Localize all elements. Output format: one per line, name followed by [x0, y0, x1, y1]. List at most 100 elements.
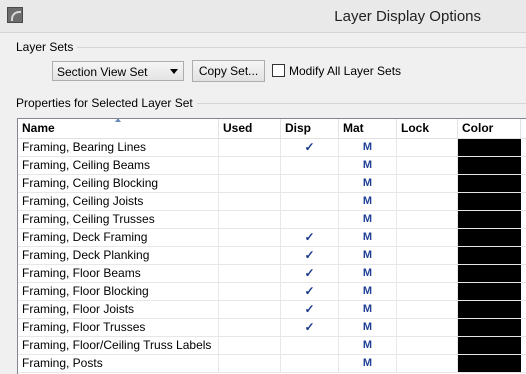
color-swatch[interactable] — [458, 319, 521, 336]
table-row[interactable]: Framing, Ceiling Blocking M — [18, 175, 526, 193]
disp-cell[interactable]: ✓ — [281, 229, 339, 246]
lock-cell[interactable] — [397, 265, 458, 282]
mat-cell[interactable]: M — [339, 301, 397, 318]
used-cell[interactable] — [219, 211, 281, 228]
color-swatch[interactable] — [458, 211, 521, 228]
table-row[interactable]: Framing, Ceiling Joists M — [18, 193, 526, 211]
table-row[interactable]: Framing, Ceiling Trusses M — [18, 211, 526, 229]
table-row[interactable]: Framing, Floor Beams ✓ M — [18, 265, 526, 283]
used-cell[interactable] — [219, 355, 281, 372]
mat-cell[interactable]: M — [339, 247, 397, 264]
disp-cell[interactable]: ✓ — [281, 265, 339, 282]
mat-cell[interactable]: M — [339, 193, 397, 210]
column-header-lock[interactable]: Lock — [397, 119, 458, 138]
used-cell[interactable] — [219, 319, 281, 336]
mat-cell[interactable]: M — [339, 265, 397, 282]
used-cell[interactable] — [219, 301, 281, 318]
mat-cell[interactable]: M — [339, 355, 397, 372]
disp-cell[interactable] — [281, 337, 339, 354]
lock-cell[interactable] — [397, 319, 458, 336]
disp-cell[interactable] — [281, 175, 339, 192]
table-row[interactable]: Framing, Floor Trusses ✓ M — [18, 319, 526, 337]
table-row[interactable]: Framing, Bearing Lines ✓ M — [18, 139, 526, 157]
color-swatch[interactable] — [458, 175, 521, 192]
layer-name-cell: Framing, Ceiling Joists — [18, 193, 219, 210]
lock-cell[interactable] — [397, 157, 458, 174]
mat-cell[interactable]: M — [339, 175, 397, 192]
table-header: Name Used Disp Mat Lock Color — [18, 119, 526, 139]
color-swatch[interactable] — [458, 283, 521, 300]
mat-cell[interactable]: M — [339, 319, 397, 336]
used-cell[interactable] — [219, 247, 281, 264]
lock-cell[interactable] — [397, 247, 458, 264]
table-body: Framing, Bearing Lines ✓ M Framing, Ceiling… — [18, 139, 526, 373]
mat-cell[interactable]: M — [339, 157, 397, 174]
lock-cell[interactable] — [397, 211, 458, 228]
column-header-mat[interactable]: Mat — [339, 119, 397, 138]
lock-cell[interactable] — [397, 139, 458, 156]
layer-name-cell: Framing, Bearing Lines — [18, 139, 219, 156]
used-cell[interactable] — [219, 283, 281, 300]
used-cell[interactable] — [219, 139, 281, 156]
disp-cell[interactable] — [281, 157, 339, 174]
layer-name-cell: Framing, Ceiling Blocking — [18, 175, 219, 192]
title-bar: Layer Display Options — [0, 0, 526, 33]
sort-ascending-icon — [115, 119, 121, 122]
table-row[interactable]: Framing, Deck Planking ✓ M — [18, 247, 526, 265]
color-swatch[interactable] — [458, 247, 521, 264]
used-cell[interactable] — [219, 337, 281, 354]
copy-set-button[interactable]: Copy Set... — [192, 60, 265, 82]
disp-cell[interactable]: ✓ — [281, 319, 339, 336]
column-header-used[interactable]: Used — [219, 119, 281, 138]
color-swatch[interactable] — [458, 355, 521, 372]
disp-cell[interactable] — [281, 211, 339, 228]
disp-cell[interactable]: ✓ — [281, 139, 339, 156]
layer-name-cell: Framing, Posts — [18, 355, 219, 372]
disp-cell[interactable]: ✓ — [281, 301, 339, 318]
used-cell[interactable] — [219, 157, 281, 174]
mat-cell[interactable]: M — [339, 139, 397, 156]
layer-name-cell: Framing, Deck Framing — [18, 229, 219, 246]
window-title: Layer Display Options — [334, 8, 481, 25]
layer-table[interactable]: Name Used Disp Mat Lock Color Framing, B… — [17, 118, 526, 374]
table-row[interactable]: Framing, Floor Joists ✓ M — [18, 301, 526, 319]
color-swatch[interactable] — [458, 337, 521, 354]
lock-cell[interactable] — [397, 175, 458, 192]
column-header-disp[interactable]: Disp — [281, 119, 339, 138]
used-cell[interactable] — [219, 193, 281, 210]
table-row[interactable]: Framing, Deck Framing ✓ M — [18, 229, 526, 247]
table-row[interactable]: Framing, Floor/Ceiling Truss Labels M — [18, 337, 526, 355]
lock-cell[interactable] — [397, 337, 458, 354]
disp-cell[interactable]: ✓ — [281, 247, 339, 264]
color-swatch[interactable] — [458, 157, 521, 174]
used-cell[interactable] — [219, 229, 281, 246]
table-row[interactable]: Framing, Posts M — [18, 355, 526, 373]
mat-cell[interactable]: M — [339, 283, 397, 300]
mat-cell[interactable]: M — [339, 229, 397, 246]
modify-all-checkbox[interactable] — [272, 64, 285, 77]
column-header-name[interactable]: Name — [18, 119, 219, 138]
mat-cell[interactable]: M — [339, 211, 397, 228]
table-row[interactable]: Framing, Ceiling Beams M — [18, 157, 526, 175]
lock-cell[interactable] — [397, 355, 458, 372]
layer-sets-label: Layer Sets — [16, 40, 78, 54]
disp-cell[interactable]: ✓ — [281, 283, 339, 300]
layer-name-cell: Framing, Floor Blocking — [18, 283, 219, 300]
lock-cell[interactable] — [397, 301, 458, 318]
table-row[interactable]: Framing, Floor Blocking ✓ M — [18, 283, 526, 301]
disp-cell[interactable] — [281, 355, 339, 372]
used-cell[interactable] — [219, 175, 281, 192]
mat-cell[interactable]: M — [339, 337, 397, 354]
lock-cell[interactable] — [397, 193, 458, 210]
disp-cell[interactable] — [281, 193, 339, 210]
column-header-color[interactable]: Color — [458, 119, 521, 138]
color-swatch[interactable] — [458, 193, 521, 210]
color-swatch[interactable] — [458, 301, 521, 318]
layer-set-select[interactable]: Section View Set — [52, 61, 184, 81]
color-swatch[interactable] — [458, 229, 521, 246]
used-cell[interactable] — [219, 265, 281, 282]
color-swatch[interactable] — [458, 139, 521, 156]
lock-cell[interactable] — [397, 283, 458, 300]
lock-cell[interactable] — [397, 229, 458, 246]
color-swatch[interactable] — [458, 265, 521, 282]
